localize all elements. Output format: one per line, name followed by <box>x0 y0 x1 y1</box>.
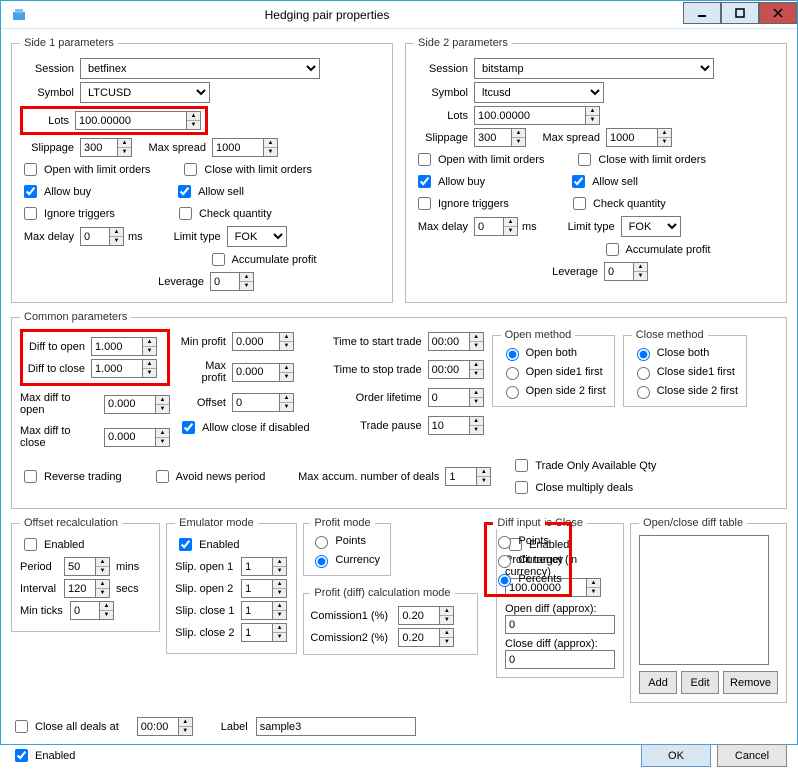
commission2[interactable]: ▲▼ <box>398 628 454 647</box>
time-stop[interactable]: ▲▼ <box>428 360 484 379</box>
side2-allow-buy[interactable]: Allow buy <box>414 172 485 191</box>
slip-close-1[interactable]: ▲▼ <box>241 601 287 620</box>
max-accum[interactable]: ▲▼ <box>445 467 491 486</box>
side1-open-limit[interactable]: Open with limit orders <box>20 160 150 179</box>
close-multiply[interactable]: Close multiply deals <box>511 478 656 497</box>
offset-period[interactable]: ▲▼ <box>64 557 110 576</box>
side1-session[interactable]: betfinex <box>80 58 320 79</box>
trade-pause[interactable]: ▲▼ <box>428 416 484 435</box>
offset[interactable]: ▲▼ <box>232 393 294 412</box>
max-diff-close[interactable]: ▲▼ <box>104 428 170 447</box>
open-both[interactable]: Open both <box>501 345 577 361</box>
side1-check-qty[interactable]: Check quantity <box>175 204 272 223</box>
side1-ignore-triggers[interactable]: Ignore triggers <box>20 204 115 223</box>
side2-maxdelay[interactable]: ▲▼ <box>474 217 518 236</box>
diff-input-group: Diff input Points Currency Percents <box>484 517 572 597</box>
calc-group: Profit (diff) calculation mode Comission… <box>303 587 478 655</box>
remove-button[interactable]: Remove <box>723 671 778 694</box>
emulator-enabled[interactable]: Enabled <box>175 535 239 554</box>
side1-leverage[interactable]: ▲▼ <box>210 272 254 291</box>
avoid-news[interactable]: Avoid news period <box>152 467 266 486</box>
slip-open-1[interactable]: ▲▼ <box>241 557 287 576</box>
close-both[interactable]: Close both <box>632 345 710 361</box>
slip-open-2[interactable]: ▲▼ <box>241 579 287 598</box>
reverse-trading[interactable]: Reverse trading <box>20 467 122 486</box>
side1-maxdelay[interactable]: ▲▼ <box>80 227 124 246</box>
side2-legend: Side 2 parameters <box>414 37 512 49</box>
diff-table-group: Open/close diff table Add Edit Remove <box>630 517 787 703</box>
close-method-group: Close method Close both Close side1 firs… <box>623 329 747 407</box>
open-method-group: Open method Open both Open side1 first O… <box>492 329 615 407</box>
cancel-button[interactable]: Cancel <box>717 744 787 767</box>
side1-allow-buy[interactable]: Allow buy <box>20 182 91 201</box>
diff-points[interactable]: Points <box>493 533 549 549</box>
side2-group: Side 2 parameters Session bitstamp Symbo… <box>405 37 787 303</box>
diff-to-open[interactable]: ▲▼ <box>91 337 157 356</box>
order-lifetime[interactable]: ▲▼ <box>428 388 484 407</box>
profit-currency[interactable]: Currency <box>310 552 380 568</box>
offset-recalc-group: Offset recalculation Enabled Period ▲▼ m… <box>11 517 160 632</box>
side1-allow-sell[interactable]: Allow sell <box>174 182 244 201</box>
side1-symbol[interactable]: LTCUSD <box>80 82 210 103</box>
close-diff-approx[interactable] <box>505 650 615 669</box>
offset-interval[interactable]: ▲▼ <box>64 579 110 598</box>
ok-button[interactable]: OK <box>641 744 711 767</box>
max-diff-open[interactable]: ▲▼ <box>104 395 170 414</box>
diff-table-list[interactable] <box>639 535 769 665</box>
profit-mode-group: Profit mode Points Currency <box>303 517 391 576</box>
close-all-time[interactable]: ▲▼ <box>137 717 193 736</box>
allow-close-disabled[interactable]: Allow close if disabled <box>178 418 310 437</box>
close-side1[interactable]: Close side1 first <box>632 364 735 380</box>
close-button[interactable] <box>759 2 797 24</box>
close-all-deals[interactable]: Close all deals at <box>11 717 119 736</box>
time-start[interactable]: ▲▼ <box>428 332 484 351</box>
diff-currency[interactable]: Currency <box>493 552 563 568</box>
side2-accumulate[interactable]: Accumulate profit <box>602 240 711 259</box>
add-button[interactable]: Add <box>639 671 677 694</box>
min-profit[interactable]: ▲▼ <box>232 332 294 351</box>
side2-open-limit[interactable]: Open with limit orders <box>414 150 544 169</box>
side1-close-limit[interactable]: Close with limit orders <box>180 160 312 179</box>
side2-ignore-triggers[interactable]: Ignore triggers <box>414 194 509 213</box>
open-side2[interactable]: Open side 2 first <box>501 383 606 399</box>
enabled-checkbox[interactable]: Enabled <box>11 746 75 765</box>
titlebar: Hedging pair properties <box>1 1 797 29</box>
minimize-button[interactable] <box>683 2 721 24</box>
side1-accumulate[interactable]: Accumulate profit <box>208 250 317 269</box>
maximize-button[interactable] <box>721 2 759 24</box>
open-side1[interactable]: Open side1 first <box>501 364 603 380</box>
offset-enabled[interactable]: Enabled <box>20 535 84 554</box>
side2-leverage[interactable]: ▲▼ <box>604 262 648 281</box>
label-input[interactable] <box>256 717 416 736</box>
open-diff-approx[interactable] <box>505 615 615 634</box>
max-profit[interactable]: ▲▼ <box>232 363 294 382</box>
close-side2[interactable]: Close side 2 first <box>632 383 738 399</box>
side2-maxspread[interactable]: ▲▼ <box>606 128 672 147</box>
slip-close-2[interactable]: ▲▼ <box>241 623 287 642</box>
side2-close-limit[interactable]: Close with limit orders <box>574 150 706 169</box>
edit-button[interactable]: Edit <box>681 671 719 694</box>
side2-session[interactable]: bitstamp <box>474 58 714 79</box>
diff-to-close[interactable]: ▲▼ <box>91 359 157 378</box>
commission1[interactable]: ▲▼ <box>398 606 454 625</box>
side2-lots[interactable]: ▲▼ <box>474 106 600 125</box>
emulator-group: Emulator mode Enabled Slip. open 1 ▲▼ Sl… <box>166 517 297 654</box>
side1-limittype[interactable]: FOK <box>227 226 287 247</box>
window-title: Hedging pair properties <box>0 8 683 22</box>
side1-lots[interactable]: ▲▼ <box>75 111 201 130</box>
profit-points[interactable]: Points <box>310 533 366 549</box>
side2-limittype[interactable]: FOK <box>621 216 681 237</box>
side1-slippage[interactable]: ▲▼ <box>80 138 132 157</box>
side2-slippage[interactable]: ▲▼ <box>474 128 526 147</box>
common-group: Common parameters Diff to open ▲▼ Diff t… <box>11 311 787 509</box>
side1-group: Side 1 parameters Session betfinex Symbo… <box>11 37 393 303</box>
trade-only-qty[interactable]: Trade Only Available Qty <box>511 456 656 475</box>
side2-allow-sell[interactable]: Allow sell <box>568 172 638 191</box>
side1-maxspread[interactable]: ▲▼ <box>212 138 278 157</box>
offset-minticks[interactable]: ▲▼ <box>70 601 114 620</box>
diff-percents[interactable]: Percents <box>493 571 561 587</box>
side2-symbol[interactable]: ltcusd <box>474 82 604 103</box>
side2-check-qty[interactable]: Check quantity <box>569 194 666 213</box>
side1-legend: Side 1 parameters <box>20 37 118 49</box>
